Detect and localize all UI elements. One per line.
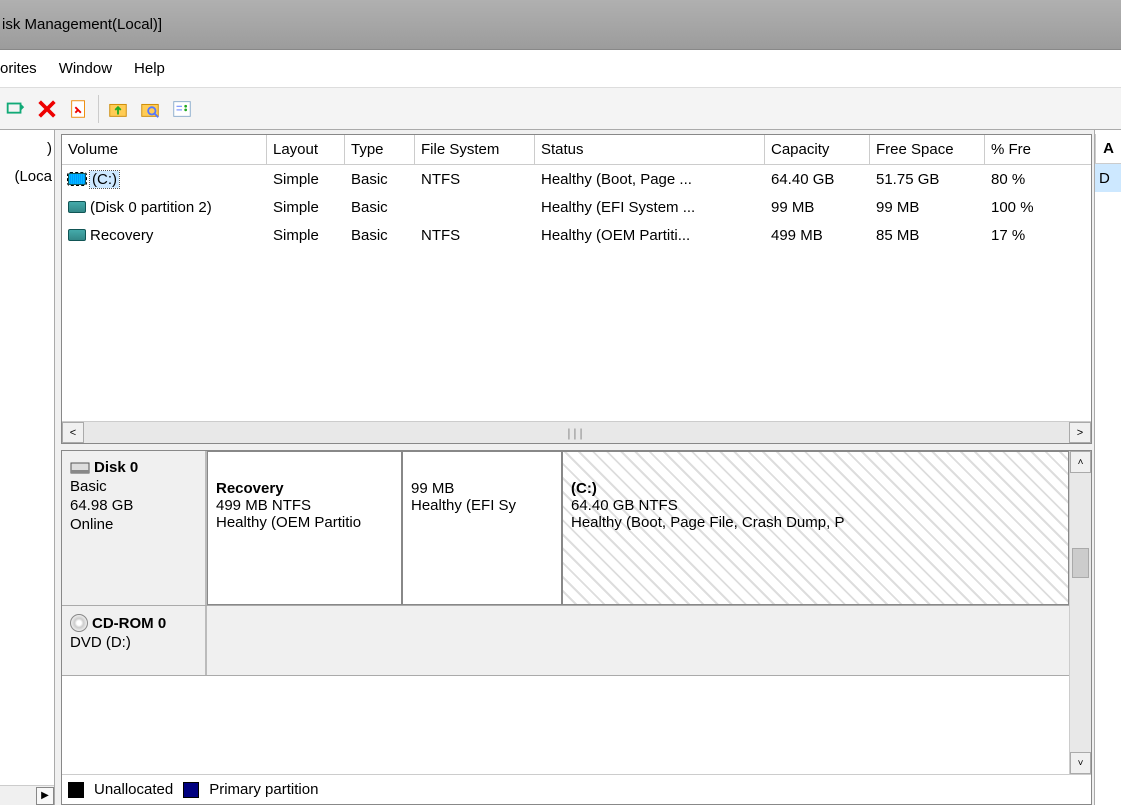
volume-layout: Simple bbox=[267, 197, 345, 218]
volume-name: (C:) bbox=[90, 171, 119, 188]
volume-free: 99 MB bbox=[870, 197, 985, 218]
volume-pct: 17 % bbox=[985, 225, 1045, 246]
volume-type: Basic bbox=[345, 169, 415, 190]
right-pane-header[interactable]: A bbox=[1095, 134, 1121, 164]
volume-hscrollbar[interactable]: < ||| > bbox=[62, 421, 1091, 443]
menu-help[interactable]: Help bbox=[134, 60, 165, 77]
left-tree-pane: ) (Loca ▶ bbox=[0, 130, 55, 805]
volume-list-pane: Volume Layout Type File System Status Ca… bbox=[61, 134, 1092, 444]
legend-label-unallocated: Unallocated bbox=[94, 781, 173, 798]
disk-label[interactable]: Disk 0 Basic 64.98 GB Online bbox=[62, 451, 207, 605]
legend: Unallocated Primary partition bbox=[62, 774, 1091, 804]
col-filesystem[interactable]: File System bbox=[415, 135, 535, 164]
menu-favorites[interactable]: orites bbox=[0, 60, 37, 77]
menubar: orites Window Help bbox=[0, 50, 1121, 88]
col-freespace[interactable]: Free Space bbox=[870, 135, 985, 164]
list-icon bbox=[171, 98, 193, 120]
volume-fs bbox=[415, 205, 535, 209]
volume-name: Recovery bbox=[90, 227, 153, 244]
volume-fs: NTFS bbox=[415, 225, 535, 246]
toolbar-refresh-button[interactable] bbox=[0, 94, 30, 124]
volume-row[interactable]: (Disk 0 partition 2) Simple Basic Health… bbox=[62, 193, 1091, 221]
volume-status: Healthy (EFI System ... bbox=[535, 197, 765, 218]
volume-capacity: 99 MB bbox=[765, 197, 870, 218]
volume-row[interactable]: Recovery Simple Basic NTFS Healthy (OEM … bbox=[62, 221, 1091, 249]
toolbar-find-button[interactable] bbox=[135, 94, 165, 124]
col-type[interactable]: Type bbox=[345, 135, 415, 164]
scroll-right-icon[interactable]: ▶ bbox=[36, 787, 54, 805]
col-percent-free[interactable]: % Fre bbox=[985, 135, 1045, 164]
volume-status: Healthy (Boot, Page ... bbox=[535, 169, 765, 190]
titlebar: isk Management(Local)] bbox=[0, 0, 1121, 50]
volume-capacity: 499 MB bbox=[765, 225, 870, 246]
volume-free: 51.75 GB bbox=[870, 169, 985, 190]
volume-status: Healthy (OEM Partiti... bbox=[535, 225, 765, 246]
diagram-vscrollbar[interactable]: ˄ ˅ bbox=[1069, 451, 1091, 774]
window-title: isk Management(Local)] bbox=[0, 16, 162, 33]
right-pane: A D bbox=[1095, 130, 1121, 805]
cdrom-icon bbox=[70, 614, 88, 632]
toolbar-divider bbox=[98, 95, 99, 123]
scroll-right-icon[interactable]: > bbox=[1069, 422, 1091, 443]
toolbar bbox=[0, 88, 1121, 130]
volume-icon bbox=[68, 173, 86, 185]
legend-label-primary: Primary partition bbox=[209, 781, 318, 798]
col-layout[interactable]: Layout bbox=[267, 135, 345, 164]
menu-window[interactable]: Window bbox=[59, 60, 112, 77]
folder-up-icon bbox=[107, 98, 129, 120]
properties-icon bbox=[68, 98, 90, 120]
folder-search-icon bbox=[139, 98, 161, 120]
toolbar-up-button[interactable] bbox=[103, 94, 133, 124]
legend-swatch-primary bbox=[183, 782, 199, 798]
volume-type: Basic bbox=[345, 197, 415, 218]
volume-icon bbox=[68, 229, 86, 241]
scroll-down-icon[interactable]: ˅ bbox=[1070, 752, 1091, 774]
disk-diagram-pane: Disk 0 Basic 64.98 GB Online Recovery 49 bbox=[61, 450, 1092, 805]
partition[interactable]: 99 MB Healthy (EFI Sy bbox=[402, 451, 562, 605]
col-status[interactable]: Status bbox=[535, 135, 765, 164]
disk-row: CD-ROM 0 DVD (D:) bbox=[62, 606, 1069, 676]
tree-node-2[interactable]: (Loca bbox=[14, 162, 52, 190]
scroll-left-icon[interactable]: < bbox=[62, 422, 84, 443]
scroll-thumb[interactable] bbox=[1072, 548, 1089, 578]
volume-row[interactable]: (C:) Simple Basic NTFS Healthy (Boot, Pa… bbox=[62, 165, 1091, 193]
volume-type: Basic bbox=[345, 225, 415, 246]
refresh-icon bbox=[4, 98, 26, 120]
volume-list-body: (C:) Simple Basic NTFS Healthy (Boot, Pa… bbox=[62, 165, 1091, 421]
partition-selected[interactable]: (C:) 64.40 GB NTFS Healthy (Boot, Page F… bbox=[562, 451, 1069, 605]
volume-free: 85 MB bbox=[870, 225, 985, 246]
left-hscroll[interactable]: ▶ bbox=[0, 785, 54, 805]
disk-partitions: Recovery 499 MB NTFS Healthy (OEM Partit… bbox=[207, 451, 1069, 605]
scroll-track[interactable] bbox=[1070, 473, 1091, 752]
toolbar-properties-button[interactable] bbox=[64, 94, 94, 124]
delete-x-icon bbox=[36, 98, 58, 120]
disk-row: Disk 0 Basic 64.98 GB Online Recovery 49 bbox=[62, 451, 1069, 606]
volume-pct: 80 % bbox=[985, 169, 1045, 190]
volume-layout: Simple bbox=[267, 169, 345, 190]
volume-layout: Simple bbox=[267, 225, 345, 246]
disk-partitions-empty bbox=[207, 606, 1069, 675]
toolbar-list-button[interactable] bbox=[167, 94, 197, 124]
volume-name: (Disk 0 partition 2) bbox=[90, 199, 212, 216]
volume-fs: NTFS bbox=[415, 169, 535, 190]
right-pane-item[interactable]: D bbox=[1095, 164, 1121, 192]
volume-capacity: 64.40 GB bbox=[765, 169, 870, 190]
disk-label[interactable]: CD-ROM 0 DVD (D:) bbox=[62, 606, 207, 675]
volume-pct: 100 % bbox=[985, 197, 1045, 218]
scroll-track[interactable]: ||| bbox=[84, 422, 1069, 443]
scroll-up-icon[interactable]: ˄ bbox=[1070, 451, 1091, 473]
volume-list-header: Volume Layout Type File System Status Ca… bbox=[62, 135, 1091, 165]
toolbar-delete-button[interactable] bbox=[32, 94, 62, 124]
partition[interactable]: Recovery 499 MB NTFS Healthy (OEM Partit… bbox=[207, 451, 402, 605]
legend-swatch-unallocated bbox=[68, 782, 84, 798]
volume-icon bbox=[68, 201, 86, 213]
col-capacity[interactable]: Capacity bbox=[765, 135, 870, 164]
disk-icon bbox=[70, 460, 90, 476]
col-volume[interactable]: Volume bbox=[62, 135, 267, 164]
tree-node-1[interactable]: ) bbox=[14, 134, 52, 162]
